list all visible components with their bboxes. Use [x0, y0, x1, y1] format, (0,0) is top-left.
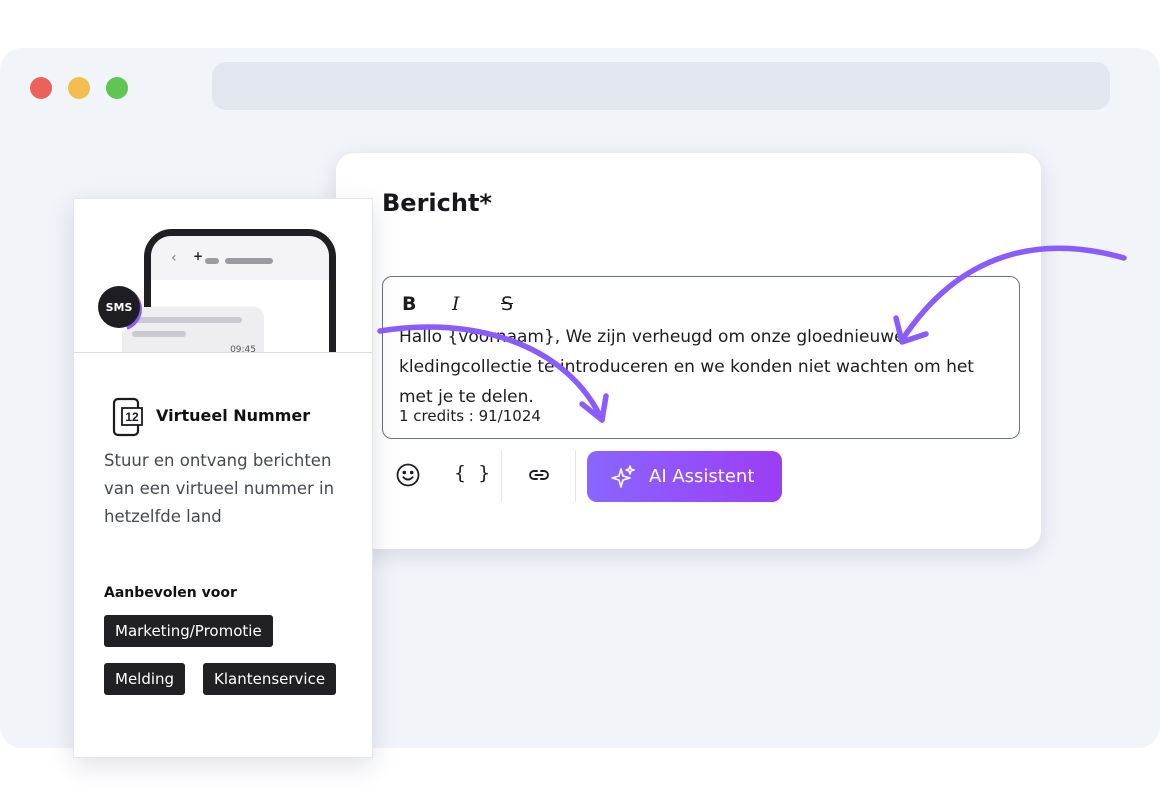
recommended-label: Aanbevolen voor — [104, 585, 237, 601]
phone-preview: ‹ + 09:45 SMS — [74, 199, 372, 353]
message-body-text[interactable]: Hallo {voornaam}, We zijn verheugd om on… — [399, 322, 999, 412]
italic-icon[interactable]: I — [452, 293, 460, 315]
strikethrough-icon[interactable]: S — [501, 293, 513, 315]
window-minimize-dot[interactable] — [68, 77, 90, 99]
virtual-number-title: Virtueel Nummer — [156, 406, 311, 425]
virtual-number-description: Stuur en ontvang berichten van een virtu… — [104, 451, 335, 526]
bubble-time: 09:45 — [230, 345, 256, 353]
window-close-dot[interactable] — [30, 77, 52, 99]
virtual-number-card[interactable]: ‹ + 09:45 SMS 12 Virtueel Nummer Stuur e… — [73, 198, 373, 758]
toolbar-divider — [501, 450, 502, 502]
bold-icon[interactable]: B — [402, 293, 416, 315]
phone-number-icon: 12 — [112, 397, 143, 437]
phone-number-icon-digits: 12 — [125, 410, 139, 424]
sms-bubble: 09:45 — [122, 307, 264, 353]
sparkle-icon — [611, 464, 635, 488]
link-icon[interactable] — [526, 462, 552, 488]
tag-klantenservice: Klantenservice — [203, 663, 337, 695]
address-bar[interactable] — [212, 62, 1110, 110]
placeholder-line — [132, 331, 186, 337]
placeholder-bar — [205, 258, 219, 264]
tag-marketing: Marketing/Promotie — [104, 615, 273, 647]
ai-assistant-label: AI Assistent — [649, 466, 755, 487]
ai-assistant-button[interactable]: AI Assistent — [587, 451, 782, 502]
chevron-left-icon: ‹ — [171, 250, 177, 266]
phone-header: ‹ + — [151, 236, 329, 280]
tag-melding: Melding — [104, 663, 186, 695]
emoji-icon[interactable] — [395, 462, 421, 488]
message-editor[interactable]: B I S Hallo {voornaam}, We zijn verheugd… — [382, 276, 1020, 439]
variable-braces-icon[interactable]: { } — [454, 462, 493, 484]
message-title: Bericht* — [382, 189, 492, 217]
message-card: Bericht* B I S Hallo {voornaam}, We zijn… — [336, 153, 1041, 549]
plus-icon: + — [193, 249, 204, 263]
placeholder-bar — [225, 258, 273, 264]
placeholder-line — [132, 317, 242, 323]
toolbar-divider — [575, 450, 576, 502]
sms-badge: SMS — [98, 286, 140, 328]
window-maximize-dot[interactable] — [106, 77, 128, 99]
credits-counter: 1 credits : 91/1024 — [399, 407, 541, 425]
